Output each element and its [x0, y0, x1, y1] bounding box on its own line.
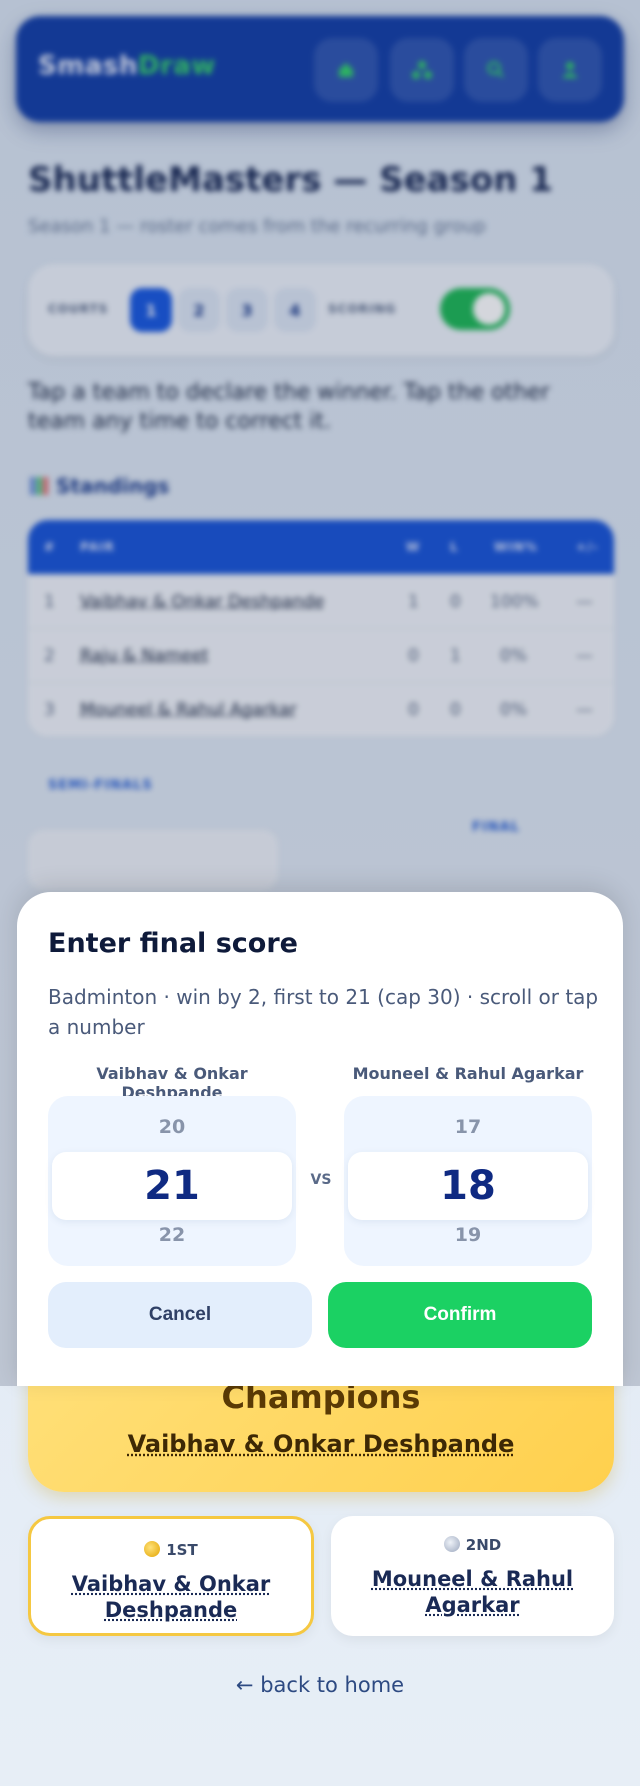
score-b-current[interactable]: 18 [348, 1152, 588, 1220]
first-place-card: 1ST Vaibhav & Onkar Deshpande [28, 1516, 314, 1636]
silver-medal-icon [443, 1536, 460, 1552]
second-place-rank: 2ND [331, 1536, 614, 1554]
first-rank-label: 1ST [166, 1541, 198, 1559]
team-a-score-picker[interactable]: 20 21 22 [48, 1096, 296, 1266]
cancel-button[interactable]: Cancel [48, 1282, 312, 1348]
score-a-next[interactable]: 22 [48, 1224, 296, 1246]
champions-names-link[interactable]: Vaibhav & Onkar Deshpande [28, 1430, 614, 1458]
sheet-title: Enter final score [48, 928, 298, 959]
sheet-description: Badminton · win by 2, first to 21 (cap 3… [48, 985, 599, 1039]
second-rank-label: 2ND [465, 1536, 502, 1554]
score-b-prev[interactable]: 17 [344, 1116, 592, 1138]
team-b-score-picker[interactable]: 17 18 19 [344, 1096, 592, 1266]
second-place-names-link[interactable]: Mouneel & Rahul Agarkar [341, 1566, 604, 1618]
score-a-prev[interactable]: 20 [48, 1116, 296, 1138]
team-b-name: Mouneel & Rahul Agarkar [352, 1064, 584, 1083]
back-to-home-link[interactable]: ← back to home [0, 1673, 640, 1697]
vs-label: VS [310, 1172, 332, 1188]
confirm-button[interactable]: Confirm [328, 1282, 592, 1348]
first-place-names-link[interactable]: Vaibhav & Onkar Deshpande [41, 1571, 301, 1623]
score-b-next[interactable]: 19 [344, 1224, 592, 1246]
gold-medal-icon [144, 1541, 161, 1557]
second-place-card: 2ND Mouneel & Rahul Agarkar [331, 1516, 614, 1636]
score-entry-sheet: Enter final score Badminton · win by 2, … [17, 892, 623, 1386]
score-a-current[interactable]: 21 [52, 1152, 292, 1220]
first-place-rank: 1ST [31, 1541, 311, 1559]
